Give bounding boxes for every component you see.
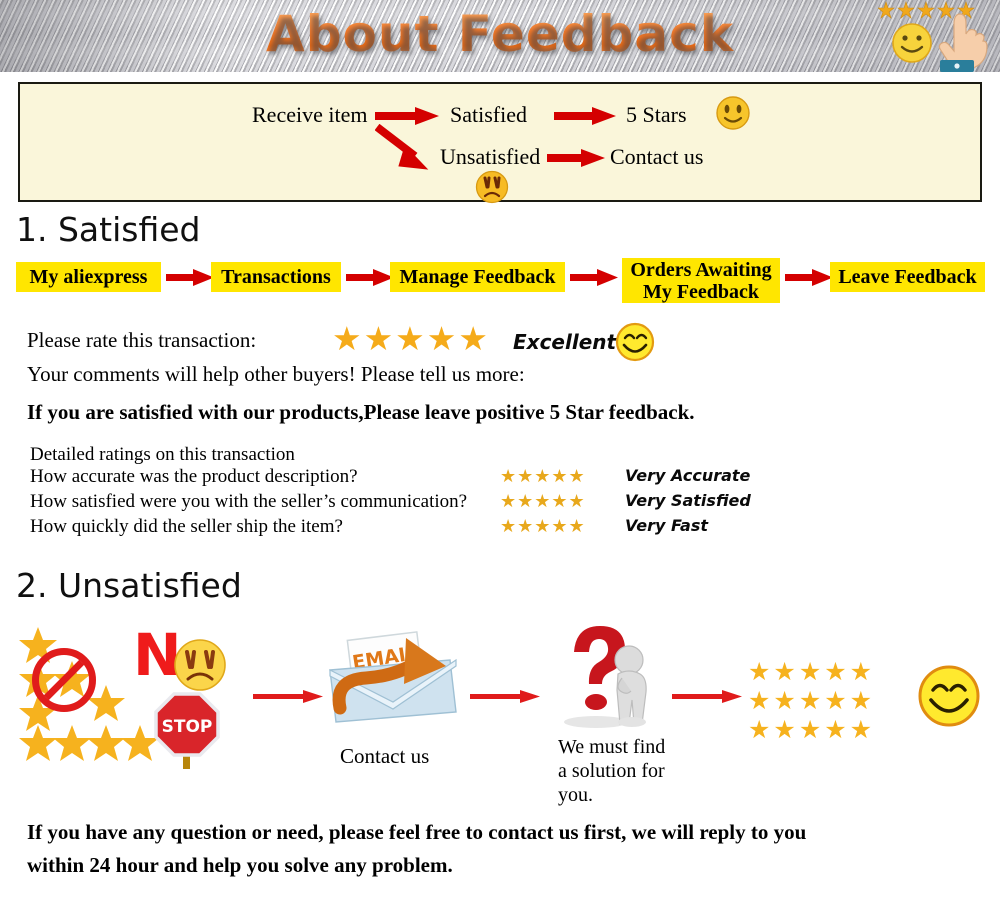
step-box-my-aliexpress[interactable]: My aliexpress (16, 262, 161, 292)
comments-line: Your comments will help other buyers! Pl… (27, 362, 525, 386)
solution-caption: We must find a solution for you. (558, 736, 666, 806)
section-heading-satisfied: 1. Satisfied (16, 210, 201, 249)
header-banner: About Feedback (0, 0, 1000, 72)
step-box-leave-feedback[interactable]: Leave Feedback (830, 262, 985, 292)
arrow-right-icon (346, 269, 394, 286)
flow-node-unsatisfied: Unsatisfied (440, 144, 541, 169)
step-box-orders-awaiting-my-feedback[interactable]: Orders Awaiting My Feedback (622, 258, 780, 303)
detailed-label-2: Very Satisfied (625, 491, 751, 510)
footer-line-2: within 24 hour and help you solve any pr… (27, 853, 453, 877)
arrow-right-icon (570, 269, 618, 286)
detailed-stars-2: ★★★★★ (500, 491, 586, 511)
sad-face-icon (174, 639, 226, 691)
footer-line-1: If you have any question or need, please… (27, 820, 807, 844)
detailed-question-3: How quickly did the seller ship the item… (30, 516, 343, 537)
arrow-down-right-icon (375, 124, 429, 170)
star-grid-row-2: ★★★★★ (748, 688, 876, 715)
flow-node-satisfied: Satisfied (450, 102, 527, 127)
stop-sign-label: STOP (162, 717, 213, 737)
question-mark-person-icon (564, 626, 647, 728)
sad-face-icon (475, 170, 509, 204)
arrow-right-icon (785, 269, 833, 286)
arrow-right-icon (253, 690, 323, 703)
rating-stars[interactable]: ★★★★★ (332, 324, 490, 357)
page-title: About Feedback (0, 5, 1000, 63)
detailed-question-1: How accurate was the product description… (30, 466, 358, 487)
grinning-smiley-icon (615, 322, 655, 362)
arrow-right-icon (470, 690, 540, 703)
star-grid-row-1: ★★★★★ (748, 659, 876, 686)
arrow-right-icon (554, 107, 616, 125)
step-box-transactions[interactable]: Transactions (211, 262, 341, 292)
bold-satisfied-note: If you are satisfied with our products,P… (27, 400, 695, 424)
stop-sign-icon: STOP (154, 692, 220, 769)
arrow-right-icon (547, 149, 605, 167)
five-stars-smiley-hand-click-icon (877, 0, 996, 72)
detailed-ratings-heading: Detailed ratings on this transaction (30, 444, 295, 465)
contact-us-caption: Contact us (340, 744, 430, 768)
detailed-stars-1: ★★★★★ (500, 466, 586, 486)
section-heading-unsatisfied: 2. Unsatisfied (16, 566, 242, 605)
prohibited-sign-icon (32, 648, 96, 712)
rate-prompt: Please rate this transaction: (27, 328, 257, 352)
happy-face-icon (716, 96, 750, 130)
rating-label-excellent: Excellent (513, 330, 617, 354)
star-grid-row-3: ★★★★★ (748, 717, 876, 744)
detailed-question-2: How satisfied were you with the seller’s… (30, 491, 468, 512)
flow-node-contact-us: Contact us (610, 144, 704, 169)
step-box-manage-feedback[interactable]: Manage Feedback (390, 262, 565, 292)
arrow-right-icon (166, 269, 214, 286)
detailed-label-1: Very Accurate (625, 466, 751, 485)
arrow-right-icon (672, 690, 742, 703)
flow-node-five-stars: 5 Stars (626, 102, 687, 127)
grinning-smiley-icon (918, 665, 980, 727)
feedback-flow-box: Receive item Satisfied 5 Stars Unsatisfi… (18, 82, 982, 204)
detailed-stars-3: ★★★★★ (500, 516, 586, 536)
flow-node-receive-item: Receive item (252, 102, 368, 127)
detailed-label-3: Very Fast (625, 516, 709, 535)
email-envelope-icon: EMAIL (329, 631, 457, 723)
